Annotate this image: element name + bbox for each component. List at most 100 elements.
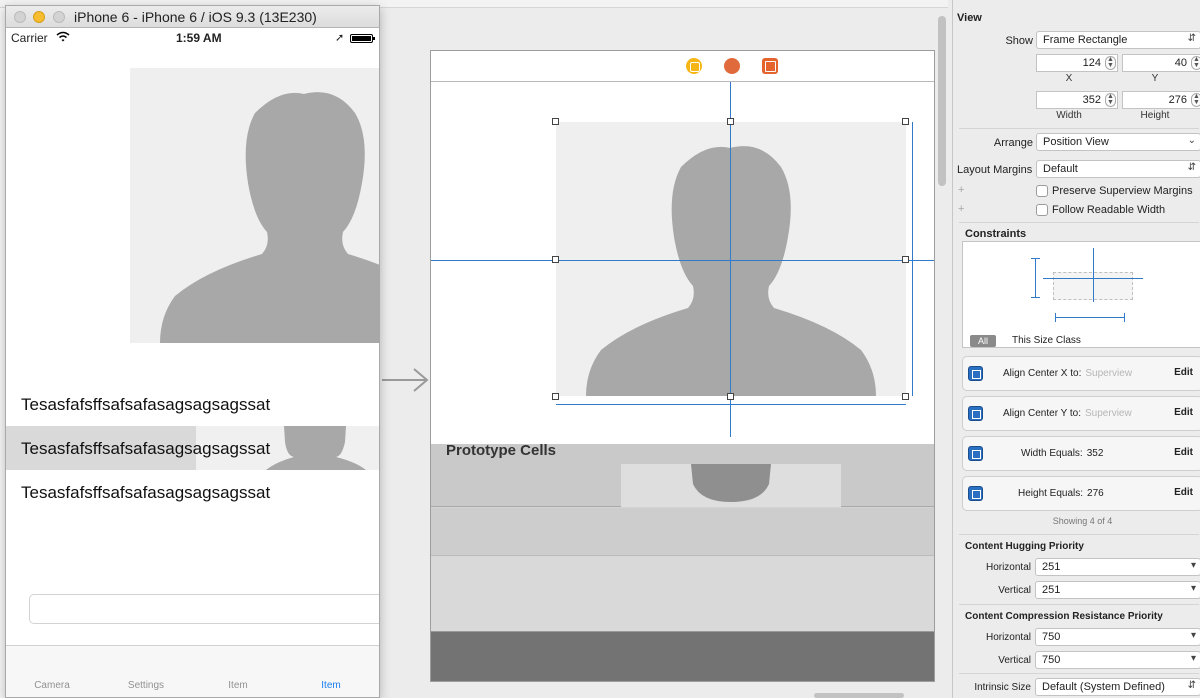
follow-readable-checkbox[interactable] [1036,204,1048,216]
tab-item-selected[interactable]: Item [286,680,376,691]
resize-handle[interactable] [552,393,559,400]
storyboard-scene[interactable]: Prototype Cells [430,50,935,682]
scene-dock [431,51,934,82]
width-field[interactable]: 352 ▲ ▼ [1036,91,1118,109]
resize-handle[interactable] [727,118,734,125]
constraint-row[interactable]: Align Center Y to: Superview Edit [962,396,1200,431]
simulator-window[interactable]: iPhone 6 - iPhone 6 / iOS 9.3 (13E230) C… [5,5,380,698]
filter-size-class-button[interactable]: This Size Class [1012,335,1081,346]
resize-handle[interactable] [727,393,734,400]
hugging-horizontal-label: Horizontal [985,562,1031,573]
constraint-row[interactable]: Align Center X to: Superview Edit [962,356,1200,391]
filter-all-button[interactable]: All [970,335,996,347]
compression-horizontal-combo[interactable]: 750 ▾ [1035,628,1200,646]
edit-button[interactable]: Edit [1174,447,1193,458]
zoom-button[interactable] [53,11,65,23]
center-y-guide [431,260,934,261]
edit-button[interactable]: Edit [1174,487,1193,498]
constraints-diagram[interactable] [962,241,1200,348]
battery-icon [350,34,375,43]
height-constraint-cap [1031,297,1040,298]
compression-vertical-combo[interactable]: 750 ▾ [1035,651,1200,669]
hugging-horizontal-combo[interactable]: 251 ▾ [1035,558,1200,576]
chevron-down-icon: ▾ [1190,653,1196,664]
height-constraint-line[interactable] [1035,258,1036,298]
table-row[interactable]: Tesasfafsffsafsafasagsagsagssat [6,470,379,514]
first-responder-icon[interactable] [724,58,740,74]
compression-vertical-label: Vertical [998,655,1031,666]
image-view-selected[interactable] [556,122,906,396]
wifi-icon [56,31,70,42]
minimize-button[interactable] [33,11,45,23]
width-stepper[interactable]: ▲ ▼ [1105,93,1116,107]
segue-arrow-icon [382,368,429,392]
size-inspector: View Show Frame Rectangle ⇵ 124 ▲ ▼ X 40 … [952,0,1200,698]
constraint-row[interactable]: Height Equals: 276 Edit [962,476,1200,511]
table-section [431,508,934,556]
hugging-vertical-combo[interactable]: 251 ▾ [1035,581,1200,599]
resize-handle[interactable] [902,256,909,263]
row-title: Tesasfafsffsafsafasagsagsagssat [21,395,271,414]
constraint-row[interactable]: Width Equals: 352 Edit [962,436,1200,471]
table-view[interactable] [431,444,934,681]
resize-handle[interactable] [552,256,559,263]
horizontal-scrollbar[interactable] [814,693,904,698]
tab-settings[interactable]: Settings [101,680,191,691]
width-constraint-cap [1124,313,1125,322]
add-variation-icon[interactable]: + [958,184,964,196]
height-field[interactable]: 276 ▲ ▼ [1122,91,1200,109]
y-label: Y [1151,73,1159,84]
compression-title: Content Compression Resistance Priority [965,611,1163,622]
vertical-scrollbar[interactable] [938,16,946,186]
text-field[interactable] [29,594,379,624]
width-constraint-line[interactable] [1055,317,1125,318]
divider [959,673,1199,674]
show-value: Frame Rectangle [1043,34,1128,46]
align-center-y-icon [968,406,983,421]
table-footer [431,632,934,681]
x-field[interactable]: 124 ▲ ▼ [1036,54,1118,72]
resize-handle[interactable] [552,118,559,125]
status-time: 1:59 AM [176,31,222,45]
layout-margins-popup[interactable]: Default ⇵ [1036,160,1200,178]
y-stepper[interactable]: ▲ ▼ [1191,56,1200,70]
resize-handle[interactable] [902,393,909,400]
edit-button[interactable]: Edit [1174,367,1193,378]
align-center-x-icon [968,366,983,381]
resize-handle[interactable] [902,118,909,125]
table-section [431,556,934,632]
show-popup[interactable]: Frame Rectangle ⇵ [1036,31,1200,49]
y-value: 40 [1174,57,1187,69]
tab-camera[interactable]: Camera [7,680,97,691]
table-row-selected[interactable]: Tesasfafsffsafsafasagsagsagssat [6,426,379,470]
row-title: Tesasfafsffsafsafasagsagsagssat [21,439,271,458]
table-row[interactable]: Tesasfafsffsafsafasagsagsagssat [6,382,379,426]
add-variation-icon[interactable]: + [958,203,964,215]
view-controller-icon[interactable] [686,58,702,74]
location-arrow-icon: ➚ [335,32,345,44]
arrange-popup[interactable]: Position View ⌄ [1036,133,1200,151]
constraint-label: Height Equals: 276 [1018,488,1104,499]
tab-item[interactable]: Item [193,680,283,691]
edit-button[interactable]: Edit [1174,407,1193,418]
x-value: 124 [1082,57,1101,69]
preserve-margins-checkbox[interactable] [1036,185,1048,197]
height-stepper[interactable]: ▲ ▼ [1191,93,1200,107]
center-y-constraint-line[interactable] [1043,278,1143,279]
divider [959,534,1199,535]
hugging-vertical-value: 251 [1042,584,1061,596]
exit-icon[interactable] [762,58,778,74]
intrinsic-size-popup[interactable]: Default (System Defined) ⇵ [1035,678,1200,696]
stepper-chevron-icon: ⇵ [1187,680,1196,691]
height-label: Height [1140,110,1170,121]
constraints-title: Constraints [965,228,1027,240]
center-x-constraint-line[interactable] [1093,248,1094,302]
cell-image-view [621,464,841,507]
y-field[interactable]: 40 ▲ ▼ [1122,54,1200,72]
layout-margins-label: Layout Margins [957,164,1033,176]
chevron-down-icon: ▾ [1190,560,1196,571]
simulator-titlebar[interactable]: iPhone 6 - iPhone 6 / iOS 9.3 (13E230) [6,6,379,28]
x-stepper[interactable]: ▲ ▼ [1105,56,1116,70]
close-button[interactable] [14,11,26,23]
height-value: 276 [1168,94,1187,106]
